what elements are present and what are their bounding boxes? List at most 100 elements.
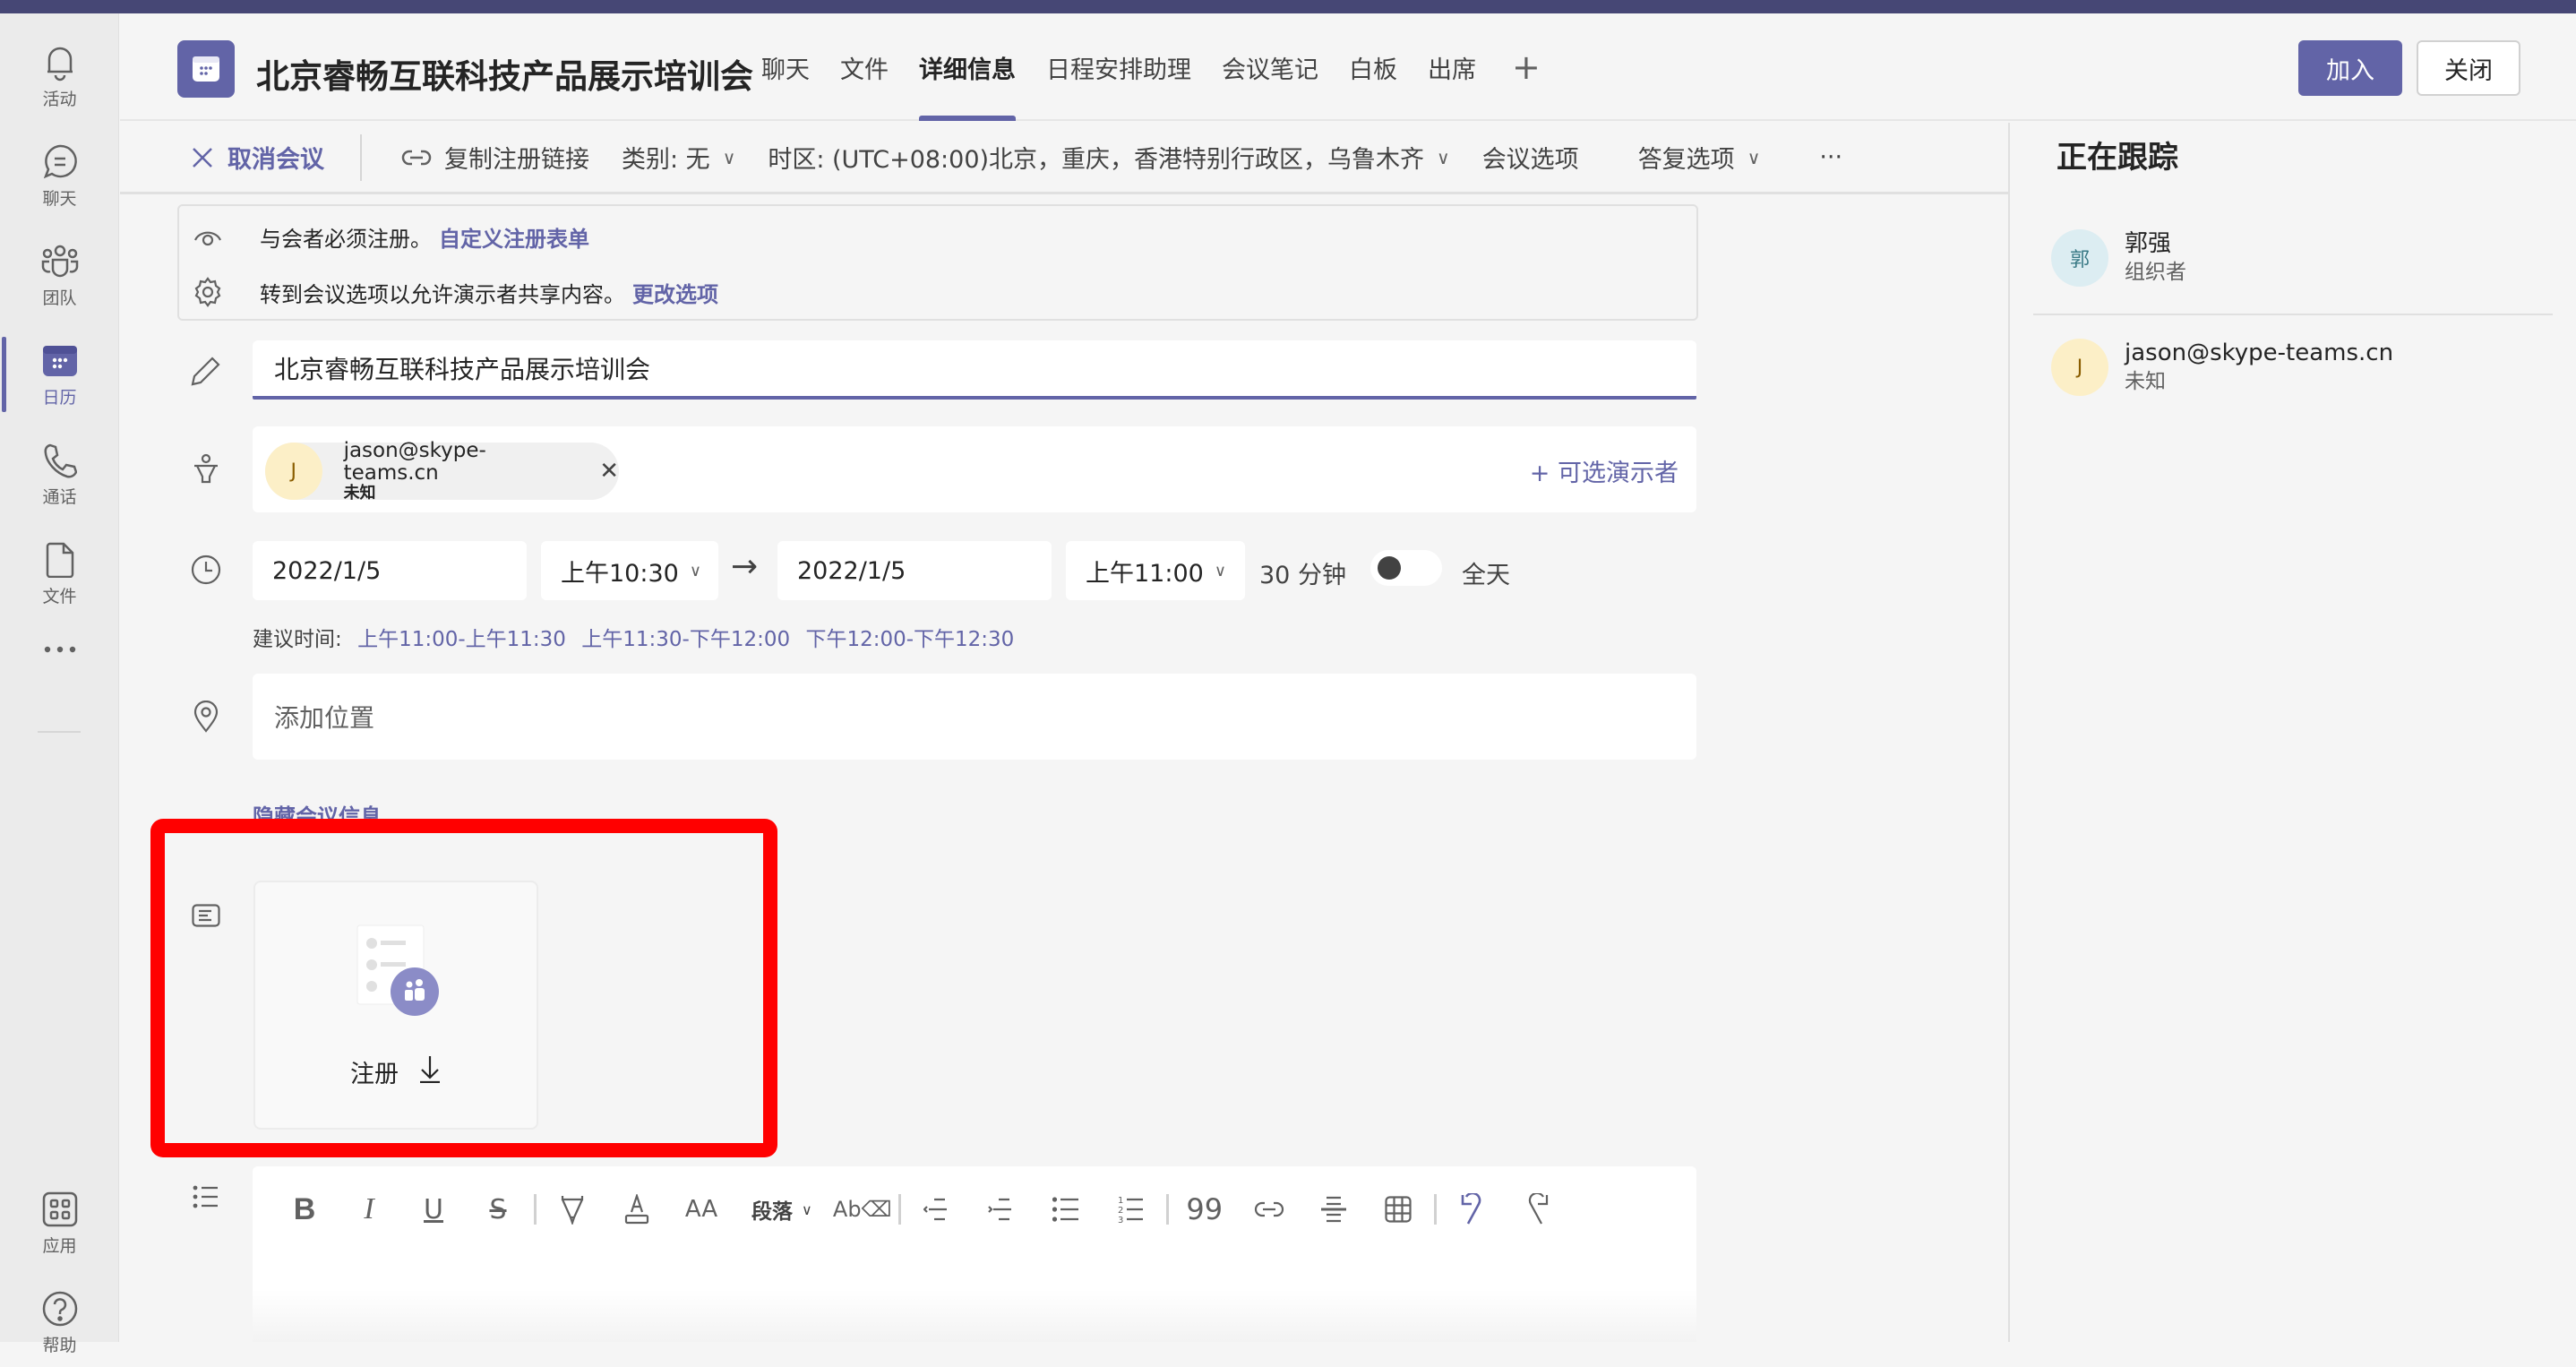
location-input[interactable]: 添加位置: [253, 674, 1696, 760]
tab-chat[interactable]: 聊天: [761, 13, 810, 121]
rail-label: 聊天: [42, 188, 77, 209]
insert-link-button[interactable]: [1237, 1184, 1301, 1234]
copy-registration-link-button[interactable]: 复制注册链接: [401, 140, 589, 175]
close-button[interactable]: 关闭: [2417, 40, 2520, 96]
undo-button[interactable]: [1440, 1184, 1505, 1234]
tab-whiteboard[interactable]: 白板: [1349, 13, 1397, 121]
outdent-icon: [923, 1198, 947, 1221]
toolbar-divider: [897, 1194, 901, 1225]
meeting-options-button[interactable]: 会议选项: [1482, 140, 1579, 175]
download-icon[interactable]: [418, 1054, 442, 1089]
bulleted-list-button[interactable]: [1034, 1184, 1098, 1234]
timezone-label: 时区: (UTC+08:00)北京，重庆，香港特别行政区，乌鲁木齐: [768, 146, 1425, 174]
presenters-field[interactable]: J jason@skype-teams.cn 未知 ✕ + 可选演示者: [253, 426, 1696, 512]
rail-label: 文件: [42, 586, 77, 606]
meeting-title: 北京睿畅互联科技产品展示培训会: [256, 57, 753, 96]
join-button[interactable]: 加入: [2298, 40, 2402, 96]
decrease-indent-button[interactable]: [905, 1184, 969, 1234]
tab-meeting-notes[interactable]: 会议笔记: [1222, 13, 1318, 121]
avatar: J: [265, 443, 322, 500]
cancel-meeting-label: 取消会议: [228, 146, 324, 174]
highlighter-icon: [561, 1196, 584, 1225]
bold-button[interactable]: B: [272, 1184, 337, 1234]
suggested-time-slot[interactable]: 上午11:00-上午11:30: [357, 628, 566, 651]
suggested-time-slot[interactable]: 上午11:30-下午12:00: [581, 628, 790, 651]
strikethrough-button[interactable]: S: [466, 1184, 530, 1234]
suggested-time-slot[interactable]: 下午12:00-下午12:30: [805, 628, 1014, 651]
font-color-button[interactable]: [605, 1184, 669, 1234]
rail-item-files[interactable]: 文件: [0, 529, 119, 618]
end-time-picker[interactable]: 上午11:00 ∨: [1066, 541, 1245, 600]
increase-indent-button[interactable]: [969, 1184, 1034, 1234]
remove-presenter-icon[interactable]: ✕: [599, 458, 619, 485]
start-date-picker[interactable]: 2022/1/5: [253, 541, 527, 600]
font-size-button[interactable]: AA: [669, 1184, 734, 1234]
clock-icon: [188, 552, 224, 588]
tab-files[interactable]: 文件: [840, 13, 889, 121]
rail-label: 日历: [42, 387, 77, 408]
paragraph-label: 段落: [751, 1200, 793, 1224]
numbered-list-icon: 123: [1118, 1196, 1143, 1224]
presenter-share-text: 转到会议选项以允许演示者共享内容。: [260, 281, 625, 307]
paragraph-style-dropdown[interactable]: 段落 ∨: [734, 1194, 830, 1225]
tab-attendance[interactable]: 出席: [1428, 13, 1476, 121]
optional-presenter-button[interactable]: + 可选演示者: [1530, 453, 1679, 488]
rail-more-button[interactable]: [0, 618, 119, 681]
change-options-link[interactable]: 更改选项: [632, 277, 718, 308]
rail-item-teams[interactable]: 团队: [0, 230, 119, 320]
insert-table-button[interactable]: [1366, 1184, 1430, 1234]
tracking-divider: [2033, 314, 2553, 315]
tab-scheduling-assistant[interactable]: 日程安排助理: [1046, 13, 1191, 121]
rail-item-apps[interactable]: 应用: [0, 1178, 119, 1268]
customize-registration-form-link[interactable]: 自定义注册表单: [439, 221, 589, 253]
timezone-dropdown[interactable]: 时区: (UTC+08:00)北京，重庆，香港特别行政区，乌鲁木齐 ∨: [768, 140, 1449, 175]
hide-meeting-info-link[interactable]: 隐藏会议信息: [253, 799, 382, 821]
more-icon: [40, 630, 80, 669]
copy-link-label: 复制注册链接: [444, 146, 589, 174]
app-rail: 活动 聊天 团队 日历 通话 文件 应用 帮助: [0, 13, 119, 1355]
rail-item-calls[interactable]: 通话: [0, 429, 119, 519]
italic-button[interactable]: I: [337, 1184, 401, 1234]
rail-label: 应用: [42, 1235, 77, 1256]
indent-icon: [987, 1198, 1011, 1221]
highlight-button[interactable]: [540, 1184, 605, 1234]
link-icon: [401, 149, 432, 167]
end-date-picker[interactable]: 2022/1/5: [777, 541, 1052, 600]
category-dropdown[interactable]: 类别: 无 ∨: [622, 140, 735, 175]
tracking-person[interactable]: 郭 郭强 组织者: [2051, 213, 2553, 303]
all-day-toggle[interactable]: [1370, 550, 1442, 586]
end-time-value: 上午11:00: [1086, 559, 1204, 588]
font-size-icon: AA: [684, 1196, 718, 1223]
chevron-down-icon: ∨: [1214, 561, 1226, 580]
rail-item-activity[interactable]: 活动: [0, 31, 119, 121]
tab-bar: 聊天 文件 详细信息 日程安排助理 会议笔记 白板 出席 +: [761, 13, 1541, 121]
underline-button[interactable]: U: [401, 1184, 466, 1234]
panel-divider: [2008, 123, 2010, 1342]
numbered-list-button[interactable]: 123: [1098, 1184, 1163, 1234]
svg-text:2: 2: [1118, 1206, 1123, 1216]
rail-item-calendar[interactable]: 日历: [0, 330, 119, 419]
meeting-title-input[interactable]: 北京睿畅互联科技产品展示培训会: [253, 340, 1696, 400]
cancel-meeting-button[interactable]: 取消会议: [192, 140, 324, 175]
redo-button[interactable]: [1505, 1184, 1569, 1234]
presenter-chip[interactable]: J jason@skype-teams.cn 未知 ✕: [265, 438, 619, 503]
command-bar: 取消会议 复制注册链接 类别: 无 ∨ 时区: (UTC+08:00)北京，重庆…: [120, 123, 2008, 194]
rail-item-help[interactable]: 帮助: [0, 1277, 119, 1367]
description-editor[interactable]: B I U S AA 段落 ∨ Ab⌫ 123 99: [253, 1166, 1696, 1342]
rail-item-chat[interactable]: 聊天: [0, 131, 119, 220]
suggested-times: 建议时间: 上午11:00-上午11:30 上午11:30-下午12:00 下午…: [253, 622, 1014, 652]
presenter-email: jason@skype-teams.cn: [343, 438, 486, 486]
tab-details[interactable]: 详细信息: [919, 13, 1016, 121]
quote-button[interactable]: 99: [1172, 1184, 1237, 1234]
start-time-picker[interactable]: 上午10:30 ∨: [541, 541, 718, 600]
add-tab-button[interactable]: +: [1512, 47, 1541, 87]
gear-icon: [192, 276, 224, 308]
clear-formatting-button[interactable]: Ab⌫: [830, 1184, 895, 1234]
horizontal-rule-button[interactable]: [1301, 1184, 1366, 1234]
more-options-button[interactable]: ···: [1819, 143, 1842, 171]
tracking-person[interactable]: J jason@skype-teams.cn 未知: [2051, 322, 2553, 412]
person-role: 未知: [2125, 369, 2166, 393]
registration-form-card[interactable]: 注册: [253, 881, 538, 1130]
response-options-dropdown[interactable]: 答复选项 ∨: [1638, 140, 1761, 175]
avatar: 郭: [2051, 229, 2108, 287]
